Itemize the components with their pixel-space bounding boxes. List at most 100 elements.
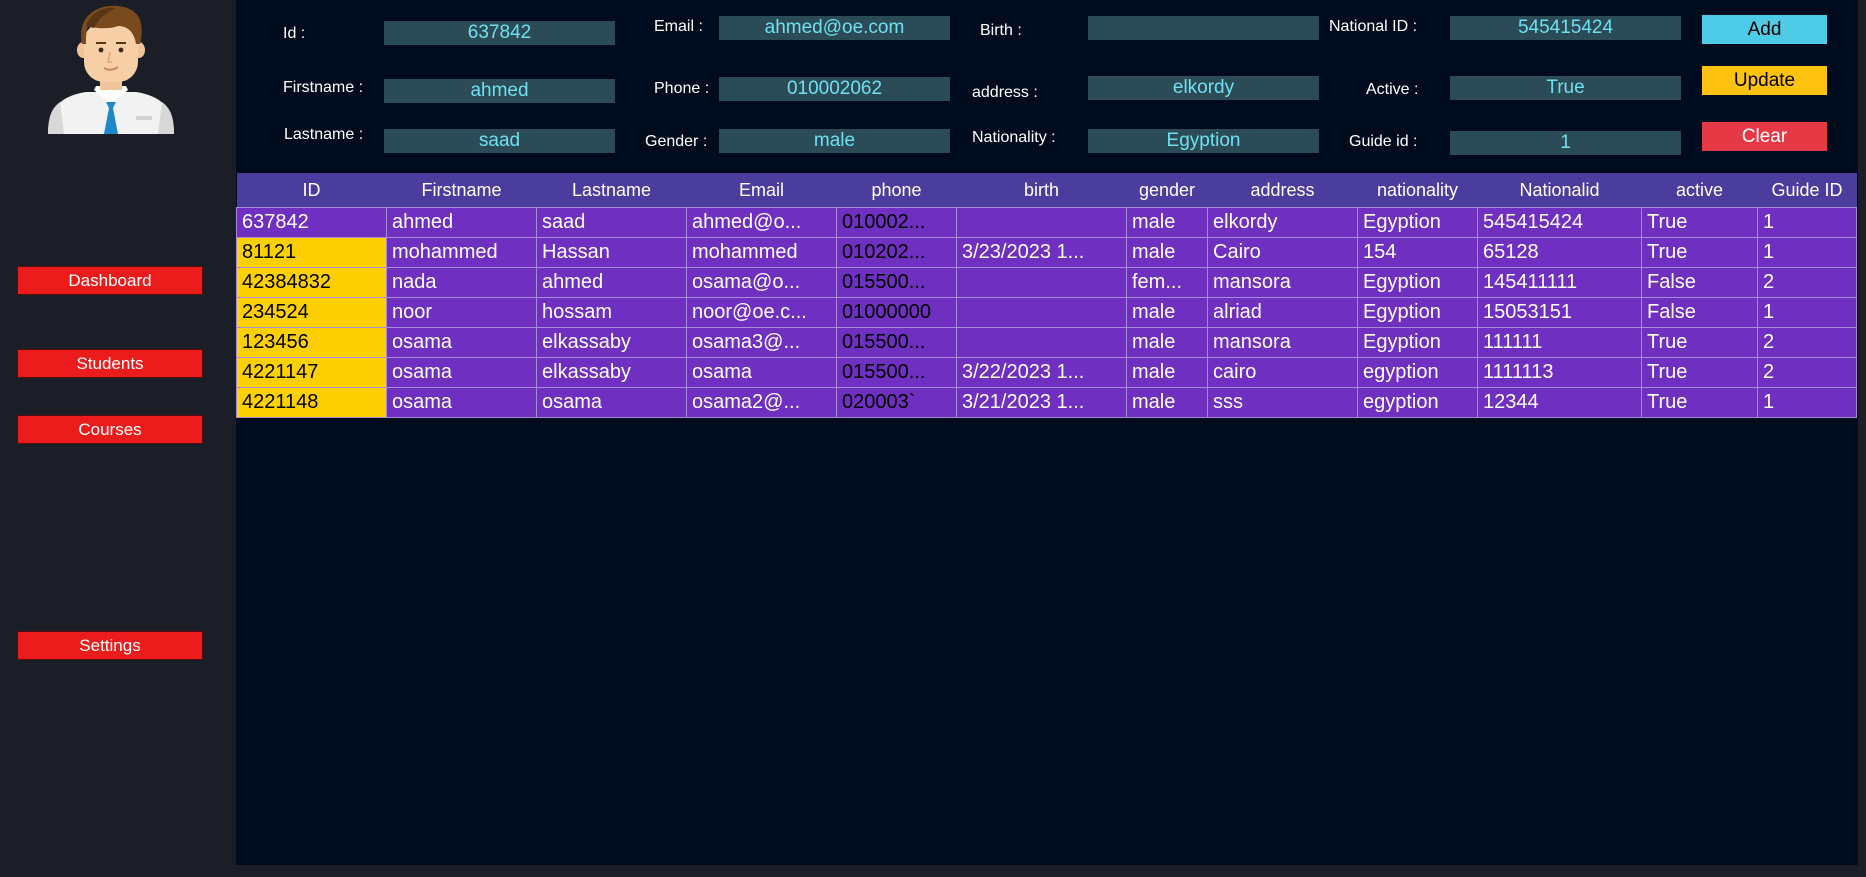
cell-address[interactable]: sss <box>1207 387 1358 418</box>
cell-lastname[interactable]: osama <box>536 387 687 418</box>
lastname-field[interactable] <box>384 129 615 153</box>
cell-email[interactable]: osama@o... <box>686 267 837 298</box>
cell-guide-id[interactable]: 2 <box>1757 357 1857 388</box>
cell-phone[interactable]: 015500... <box>836 327 957 358</box>
national-id-field[interactable] <box>1450 16 1681 40</box>
cell-email[interactable]: ahmed@o... <box>686 207 837 238</box>
cell-guide-id[interactable]: 1 <box>1757 387 1857 418</box>
nav-button-students[interactable]: Students <box>17 349 203 378</box>
cell-address[interactable]: mansora <box>1207 327 1358 358</box>
cell-lastname[interactable]: saad <box>536 207 687 238</box>
cell-active[interactable]: True <box>1641 237 1758 268</box>
cell-lastname[interactable]: Hassan <box>536 237 687 268</box>
students-table[interactable]: ID Firstname Lastname Email phone birth … <box>236 173 1857 418</box>
column-header-nationalid[interactable]: Nationalid <box>1477 173 1642 208</box>
cell-birth[interactable] <box>956 327 1127 358</box>
column-header-nationality[interactable]: nationality <box>1357 173 1478 208</box>
cell-nationalid[interactable]: 15053151 <box>1477 297 1642 328</box>
cell-lastname[interactable]: elkassaby <box>536 327 687 358</box>
cell-address[interactable]: mansora <box>1207 267 1358 298</box>
cell-nationality[interactable]: 154 <box>1357 237 1478 268</box>
cell-gender[interactable]: male <box>1126 297 1208 328</box>
nationality-field[interactable] <box>1088 129 1319 153</box>
cell-nationalid[interactable]: 111111 <box>1477 327 1642 358</box>
cell-id[interactable]: 637842 <box>236 207 387 238</box>
cell-active[interactable]: True <box>1641 327 1758 358</box>
cell-active[interactable]: True <box>1641 207 1758 238</box>
cell-guide-id[interactable]: 2 <box>1757 327 1857 358</box>
guide-id-field[interactable] <box>1450 131 1681 155</box>
cell-nationality[interactable]: egyption <box>1357 387 1478 418</box>
nav-button-dashboard[interactable]: Dashboard <box>17 266 203 295</box>
cell-address[interactable]: alriad <box>1207 297 1358 328</box>
cell-email[interactable]: mohammed <box>686 237 837 268</box>
cell-phone[interactable]: 010202... <box>836 237 957 268</box>
table-row[interactable]: 234524 noor hossam noor@oe.c... 01000000… <box>236 297 1857 328</box>
cell-id[interactable]: 4221147 <box>236 357 387 388</box>
cell-birth[interactable]: 3/21/2023 1... <box>956 387 1127 418</box>
cell-gender[interactable]: male <box>1126 327 1208 358</box>
address-field[interactable] <box>1088 76 1319 100</box>
cell-gender[interactable]: male <box>1126 237 1208 268</box>
column-header-id[interactable]: ID <box>236 173 387 208</box>
cell-birth[interactable] <box>956 297 1127 328</box>
cell-gender[interactable]: male <box>1126 387 1208 418</box>
cell-firstname[interactable]: osama <box>386 327 537 358</box>
cell-active[interactable]: True <box>1641 387 1758 418</box>
cell-firstname[interactable]: noor <box>386 297 537 328</box>
cell-nationality[interactable]: egyption <box>1357 357 1478 388</box>
email-field[interactable] <box>719 16 950 40</box>
cell-nationalid[interactable]: 1111113 <box>1477 357 1642 388</box>
cell-email[interactable]: noor@oe.c... <box>686 297 837 328</box>
cell-birth[interactable]: 3/22/2023 1... <box>956 357 1127 388</box>
cell-lastname[interactable]: elkassaby <box>536 357 687 388</box>
cell-nationality[interactable]: Egyption <box>1357 267 1478 298</box>
cell-nationality[interactable]: Egyption <box>1357 327 1478 358</box>
phone-field[interactable] <box>719 77 950 101</box>
cell-address[interactable]: elkordy <box>1207 207 1358 238</box>
cell-nationality[interactable]: Egyption <box>1357 207 1478 238</box>
cell-nationalid[interactable]: 545415424 <box>1477 207 1642 238</box>
column-header-gender[interactable]: gender <box>1126 173 1208 208</box>
gender-field[interactable] <box>719 129 950 153</box>
cell-gender[interactable]: fem... <box>1126 267 1208 298</box>
column-header-guide-id[interactable]: Guide ID <box>1757 173 1857 208</box>
cell-id[interactable]: 4221148 <box>236 387 387 418</box>
cell-address[interactable]: cairo <box>1207 357 1358 388</box>
cell-birth[interactable] <box>956 207 1127 238</box>
table-row[interactable]: 123456 osama elkassaby osama3@... 015500… <box>236 327 1857 358</box>
cell-lastname[interactable]: hossam <box>536 297 687 328</box>
cell-birth[interactable] <box>956 267 1127 298</box>
cell-id[interactable]: 123456 <box>236 327 387 358</box>
firstname-field[interactable] <box>384 79 615 103</box>
active-field[interactable] <box>1450 76 1681 100</box>
birth-field[interactable] <box>1088 16 1319 40</box>
cell-nationalid[interactable]: 145411111 <box>1477 267 1642 298</box>
cell-active[interactable]: False <box>1641 297 1758 328</box>
table-row[interactable]: 4221148 osama osama osama2@... 020003` 3… <box>236 387 1857 418</box>
id-field[interactable] <box>384 21 615 45</box>
cell-firstname[interactable]: nada <box>386 267 537 298</box>
nav-button-courses[interactable]: Courses <box>17 415 203 444</box>
table-row[interactable]: 81121 mohammed Hassan mohammed 010202...… <box>236 237 1857 268</box>
column-header-phone[interactable]: phone <box>836 173 957 208</box>
cell-phone[interactable]: 020003` <box>836 387 957 418</box>
cell-guide-id[interactable]: 2 <box>1757 267 1857 298</box>
column-header-firstname[interactable]: Firstname <box>386 173 537 208</box>
table-row[interactable]: 4221147 osama elkassaby osama 015500... … <box>236 357 1857 388</box>
cell-nationalid[interactable]: 65128 <box>1477 237 1642 268</box>
cell-guide-id[interactable]: 1 <box>1757 207 1857 238</box>
table-row[interactable]: 637842 ahmed saad ahmed@o... 010002... m… <box>236 207 1857 238</box>
cell-address[interactable]: Cairo <box>1207 237 1358 268</box>
column-header-active[interactable]: active <box>1641 173 1758 208</box>
cell-id[interactable]: 234524 <box>236 297 387 328</box>
cell-email[interactable]: osama <box>686 357 837 388</box>
cell-firstname[interactable]: mohammed <box>386 237 537 268</box>
cell-email[interactable]: osama3@... <box>686 327 837 358</box>
column-header-address[interactable]: address <box>1207 173 1358 208</box>
cell-nationality[interactable]: Egyption <box>1357 297 1478 328</box>
cell-id[interactable]: 81121 <box>236 237 387 268</box>
column-header-lastname[interactable]: Lastname <box>536 173 687 208</box>
cell-gender[interactable]: male <box>1126 207 1208 238</box>
cell-nationalid[interactable]: 12344 <box>1477 387 1642 418</box>
